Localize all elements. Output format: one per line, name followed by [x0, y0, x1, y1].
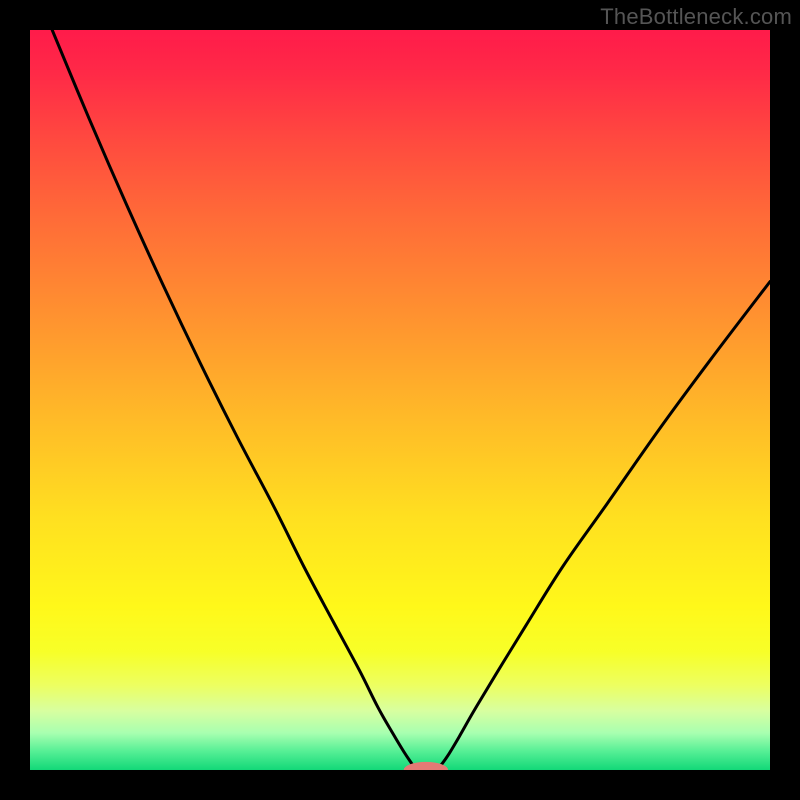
- plot-area: [30, 30, 770, 770]
- chart-frame: TheBottleneck.com: [0, 0, 800, 800]
- plot-svg: [30, 30, 770, 770]
- watermark-text: TheBottleneck.com: [600, 4, 792, 30]
- gradient-background: [30, 30, 770, 770]
